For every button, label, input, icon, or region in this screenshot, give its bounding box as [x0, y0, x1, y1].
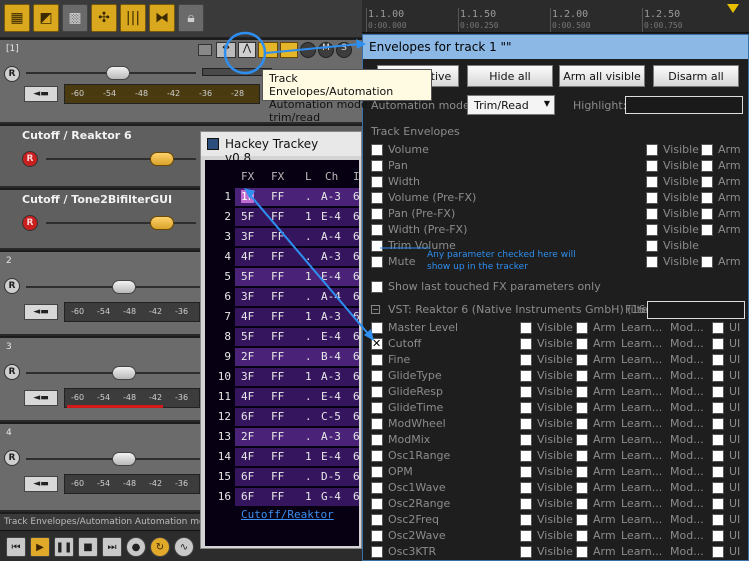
- annotation-arrow-head: [244, 188, 255, 199]
- annotation-overlay: [223, 31, 430, 341]
- annotation-arrow-line: [265, 43, 361, 54]
- annotation-arrow-head: [356, 39, 366, 49]
- annotation-note: Any parameter checked here will show up …: [427, 250, 576, 272]
- annotation-arrow-line: [249, 194, 371, 337]
- highlight-circle: [223, 31, 267, 75]
